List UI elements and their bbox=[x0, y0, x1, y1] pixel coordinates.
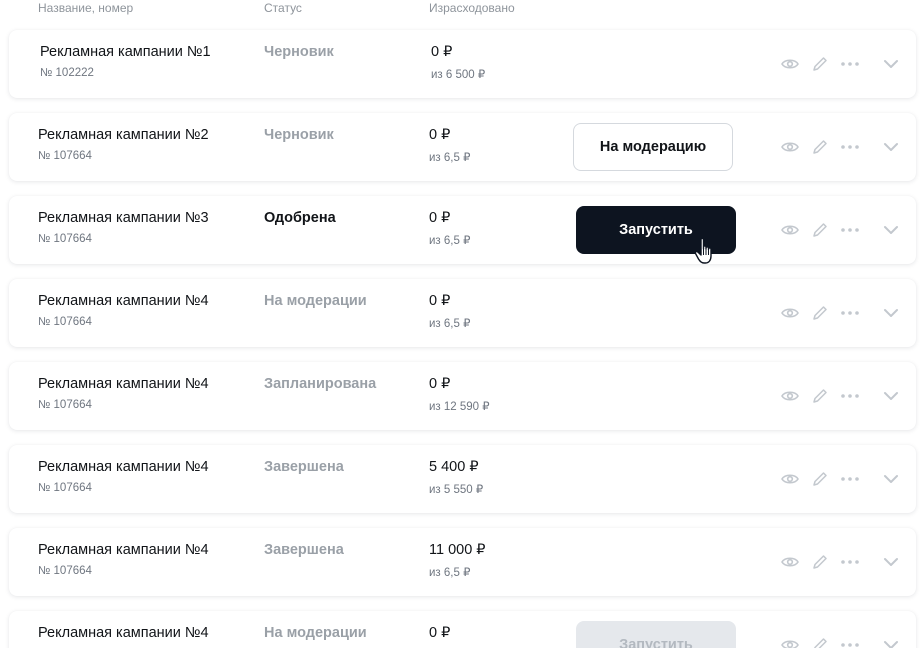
campaign-name: Рекламная кампании №4 bbox=[38, 542, 209, 558]
more-dots-icon[interactable] bbox=[840, 137, 860, 157]
spent-amount: 0 ₽ bbox=[429, 210, 451, 226]
pencil-icon[interactable] bbox=[810, 552, 830, 572]
campaign-number: № 107664 bbox=[38, 233, 92, 245]
campaign-name: Рекламная кампании №3 bbox=[38, 210, 209, 226]
table-row[interactable]: Рекламная кампании №3 № 107664 Одобрена … bbox=[9, 196, 916, 264]
budget-total: из 6 500 ₽ bbox=[431, 69, 486, 81]
chevron-down-icon[interactable] bbox=[881, 303, 901, 323]
pencil-icon[interactable] bbox=[810, 137, 830, 157]
more-dots-icon[interactable] bbox=[840, 303, 860, 323]
eye-icon[interactable] bbox=[780, 303, 800, 323]
eye-icon[interactable] bbox=[780, 54, 800, 74]
spent-amount: 0 ₽ bbox=[429, 127, 451, 143]
campaign-status: Запланирована bbox=[264, 376, 377, 392]
table-row[interactable]: Рекламная кампании №4 № 107664 Запланиро… bbox=[9, 362, 916, 430]
campaign-name: Рекламная кампании №1 bbox=[40, 44, 211, 60]
more-dots-icon[interactable] bbox=[840, 635, 860, 648]
chevron-down-icon[interactable] bbox=[881, 137, 901, 157]
budget-total: из 6,5 ₽ bbox=[429, 235, 471, 247]
pencil-icon[interactable] bbox=[810, 469, 830, 489]
campaign-number: № 107664 bbox=[38, 316, 92, 328]
pencil-icon[interactable] bbox=[810, 303, 830, 323]
spent-amount: 11 000 ₽ bbox=[429, 542, 486, 558]
column-header-name: Название, номер bbox=[38, 1, 134, 15]
budget-total: из 6,5 ₽ bbox=[429, 152, 471, 164]
campaign-status: Завершена bbox=[264, 542, 344, 558]
budget-total: из 6,5 ₽ bbox=[429, 318, 471, 330]
campaign-status: Одобрена bbox=[264, 210, 336, 226]
pencil-icon[interactable] bbox=[810, 635, 830, 648]
budget-total: из 12 590 ₽ bbox=[429, 401, 490, 413]
chevron-down-icon[interactable] bbox=[881, 552, 901, 572]
budget-total: из 5 550 ₽ bbox=[429, 484, 484, 496]
hand-pointer-cursor-icon bbox=[693, 236, 719, 266]
spent-amount: 0 ₽ bbox=[429, 376, 451, 392]
chevron-down-icon[interactable] bbox=[881, 469, 901, 489]
campaign-name: Рекламная кампании №4 bbox=[38, 625, 209, 641]
campaign-status: На модерации bbox=[264, 625, 367, 641]
chevron-down-icon[interactable] bbox=[881, 635, 901, 648]
spent-amount: 5 400 ₽ bbox=[429, 459, 479, 475]
chevron-down-icon[interactable] bbox=[881, 220, 901, 240]
chevron-down-icon[interactable] bbox=[881, 386, 901, 406]
pencil-icon[interactable] bbox=[810, 386, 830, 406]
eye-icon[interactable] bbox=[780, 137, 800, 157]
table-row[interactable]: Рекламная кампании №4 № 107664 На модера… bbox=[9, 279, 916, 347]
table-row[interactable]: Рекламная кампании №4 На модерации 0 ₽ З… bbox=[9, 611, 916, 648]
more-dots-icon[interactable] bbox=[840, 220, 860, 240]
campaign-number: № 102222 bbox=[40, 67, 94, 79]
spent-amount: 0 ₽ bbox=[429, 625, 451, 641]
pencil-icon[interactable] bbox=[810, 220, 830, 240]
spent-amount: 0 ₽ bbox=[431, 44, 453, 60]
campaign-status: Черновик bbox=[264, 44, 334, 60]
send-to-moderation-button[interactable]: На модерацию bbox=[573, 123, 733, 171]
pencil-icon[interactable] bbox=[810, 54, 830, 74]
launch-button-disabled[interactable]: Запустить bbox=[576, 621, 736, 648]
campaign-status: Завершена bbox=[264, 459, 344, 475]
spent-amount: 0 ₽ bbox=[429, 293, 451, 309]
budget-total: из 6,5 ₽ bbox=[429, 567, 471, 579]
table-row[interactable]: Рекламная кампании №1 № 102222 Черновик … bbox=[9, 30, 916, 98]
table-header: Название, номер Статус Израсходовано bbox=[0, 0, 924, 20]
campaign-number: № 107664 bbox=[38, 399, 92, 411]
more-dots-icon[interactable] bbox=[840, 386, 860, 406]
eye-icon[interactable] bbox=[780, 220, 800, 240]
table-row[interactable]: Рекламная кампании №4 № 107664 Завершена… bbox=[9, 445, 916, 513]
table-row[interactable]: Рекламная кампании №2 № 107664 Черновик … bbox=[9, 113, 916, 181]
more-dots-icon[interactable] bbox=[840, 54, 860, 74]
eye-icon[interactable] bbox=[780, 635, 800, 648]
more-dots-icon[interactable] bbox=[840, 552, 860, 572]
table-row[interactable]: Рекламная кампании №4 № 107664 Завершена… bbox=[9, 528, 916, 596]
campaign-name: Рекламная кампании №4 bbox=[38, 376, 209, 392]
eye-icon[interactable] bbox=[780, 552, 800, 572]
campaign-name: Рекламная кампании №4 bbox=[38, 293, 209, 309]
campaign-number: № 107664 bbox=[38, 482, 92, 494]
campaign-number: № 107664 bbox=[38, 150, 92, 162]
campaign-status: На модерации bbox=[264, 293, 367, 309]
column-header-status: Статус bbox=[264, 1, 302, 15]
column-header-spent: Израсходовано bbox=[429, 1, 515, 15]
eye-icon[interactable] bbox=[780, 386, 800, 406]
more-dots-icon[interactable] bbox=[840, 469, 860, 489]
campaign-status: Черновик bbox=[264, 127, 334, 143]
campaign-name: Рекламная кампании №2 bbox=[38, 127, 209, 143]
eye-icon[interactable] bbox=[780, 469, 800, 489]
campaign-name: Рекламная кампании №4 bbox=[38, 459, 209, 475]
campaign-number: № 107664 bbox=[38, 565, 92, 577]
chevron-down-icon[interactable] bbox=[881, 54, 901, 74]
